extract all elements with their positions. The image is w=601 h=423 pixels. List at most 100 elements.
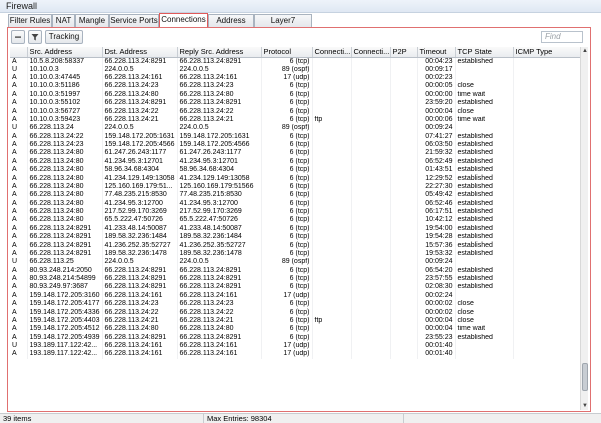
- table-row[interactable]: A 66.228.113.24:8291 189.58.32.236:1484 189…: [10, 233, 582, 242]
- col-icmp-type[interactable]: ICMP Type: [513, 47, 582, 58]
- row-p2p: [390, 266, 418, 275]
- table-row[interactable]: A 159.148.172.205:4512 66.228.113.24:80 66.…: [10, 325, 582, 334]
- col-connection-type[interactable]: Connecti...: [312, 47, 352, 58]
- row-connection-type: [312, 333, 352, 342]
- row-src-address: 66.228.113.24:80: [27, 207, 103, 217]
- row-connection-type: [312, 82, 352, 91]
- table-row[interactable]: A 10.10.0.3:51186 66.228.113.24:23 66.228.1…: [10, 82, 582, 91]
- tracking-button[interactable]: Tracking: [45, 30, 83, 44]
- table-row[interactable]: A 10.10.0.3:56727 66.228.113.24:22 66.228.1…: [10, 107, 582, 116]
- table-row[interactable]: A 66.228.113.24:8291 41.236.252.35:52727 41…: [10, 241, 582, 250]
- table-row[interactable]: A 66.228.113.24:23 159.148.172.205:4566 159…: [10, 140, 582, 150]
- table-row[interactable]: A 66.228.113.24:80 77.48.235.215:8530 77.48…: [10, 191, 582, 200]
- row-p2p: [390, 300, 418, 309]
- minus-button[interactable]: [11, 30, 25, 44]
- table-row[interactable]: A 159.148.172.205:4939 66.228.113.24:8291 6…: [10, 333, 582, 342]
- table-row[interactable]: A 10.10.0.3:59423 66.228.113.24:21 66.228.1…: [10, 115, 582, 125]
- col-dst-address[interactable]: Dst. Address: [102, 47, 178, 58]
- col-timeout[interactable]: Timeout: [417, 47, 456, 58]
- table-row[interactable]: A 66.228.113.24:22 159.148.172.205:1631 159…: [10, 132, 582, 141]
- row-src-address: 159.148.172.205:4177: [27, 300, 103, 309]
- row-protocol: 6 (tcp): [261, 199, 313, 208]
- table-row[interactable]: A 66.228.113.24:80 41.234.95.3:12701 41.234…: [10, 157, 582, 166]
- table-row[interactable]: A 66.228.113.24:80 58.96.34.68:4304 58.96.3…: [10, 166, 582, 175]
- table-row[interactable]: A 10.10.0.3:55102 66.228.113.24:8291 66.228…: [10, 99, 582, 108]
- row-protocol: 6 (tcp): [261, 308, 313, 317]
- row-reply-src-address: 41.236.252.35:52727: [177, 241, 262, 250]
- find-input[interactable]: Find: [541, 31, 583, 43]
- table-row[interactable]: U 193.189.117.122:42... 66.228.113.24:161 6…: [10, 341, 582, 351]
- row-timeout: 12:29:52: [417, 174, 456, 183]
- row-flag: A: [10, 132, 28, 141]
- vertical-scrollbar[interactable]: ▲ ▼: [580, 47, 588, 410]
- col-flags[interactable]: [10, 47, 28, 58]
- row-icmp-type: [513, 57, 582, 66]
- tab-filter-rules[interactable]: Filter Rules: [8, 14, 52, 28]
- table-row[interactable]: A 10.5.8.208:58337 66.228.113.24:8291 66.22…: [10, 57, 582, 66]
- scrollbar-thumb[interactable]: [582, 363, 588, 391]
- table-row[interactable]: A 66.228.113.24:8291 41.233.48.14:50087 41.…: [10, 224, 582, 233]
- table-row[interactable]: A 80.93.248.214:54899 66.228.113.24:8291 66…: [10, 274, 582, 284]
- row-connection-type: [312, 224, 352, 233]
- table-row[interactable]: A 193.189.117.122:42... 66.228.113.24:161 6…: [10, 350, 582, 359]
- scroll-down-icon[interactable]: ▼: [581, 402, 589, 410]
- table-row[interactable]: A 80.93.248.214:2050 66.228.113.24:8291 66.…: [10, 266, 582, 275]
- table-row[interactable]: U 66.228.113.24 224.0.0.5 224.0.0.5 89 (ospf…: [10, 124, 582, 133]
- row-tcp-state: established: [455, 274, 514, 284]
- tab-service-ports[interactable]: Service Ports: [109, 14, 159, 28]
- scroll-up-icon[interactable]: ▲: [581, 47, 589, 55]
- table-row[interactable]: A 66.228.113.24:80 41.234.95.3:12700 41.234…: [10, 199, 582, 208]
- tab-address-lists[interactable]: Address Lists: [208, 14, 254, 37]
- table-row[interactable]: A 159.148.172.205:3160 66.228.113.24:161 66…: [10, 291, 582, 300]
- table-row[interactable]: U 66.228.113.25 224.0.0.5 224.0.0.5 89 (ospf…: [10, 258, 582, 267]
- col-protocol[interactable]: Protocol: [261, 47, 313, 58]
- table-row[interactable]: A 80.93.249.97:3687 66.228.113.24:8291 66.2…: [10, 283, 582, 292]
- row-dst-address: 189.58.32.236:1478: [102, 249, 178, 259]
- table-row[interactable]: A 159.148.172.205:4177 66.228.113.24:23 66.…: [10, 300, 582, 309]
- table-row[interactable]: A 66.228.113.24:80 61.247.26.243:1177 61.24…: [10, 149, 582, 158]
- row-connection-mark: [351, 157, 391, 166]
- row-flag: A: [10, 233, 28, 242]
- row-p2p: [390, 233, 418, 242]
- table-row[interactable]: A 66.228.113.24:80 217.52.99.170:3269 217.5…: [10, 207, 582, 217]
- table-row[interactable]: A 66.228.113.24:80 65.5.222.47:50726 65.5.2…: [10, 216, 582, 225]
- col-p2p[interactable]: P2P: [390, 47, 418, 58]
- row-tcp-state: established: [455, 99, 514, 108]
- table-row[interactable]: A 66.228.113.24:80 125.160.169.179:51... 12…: [10, 182, 582, 192]
- row-tcp-state: established: [455, 57, 514, 66]
- row-icmp-type: [513, 107, 582, 116]
- row-src-address: 66.228.113.24:80: [27, 216, 103, 225]
- col-tcp-state[interactable]: TCP State: [455, 47, 514, 58]
- row-timeout: 00:09:24: [417, 124, 456, 133]
- table-row[interactable]: A 159.148.172.205:4403 66.228.113.24:21 66.…: [10, 316, 582, 326]
- row-reply-src-address: 66.228.113.24:21: [177, 316, 262, 326]
- row-protocol: 6 (tcp): [261, 216, 313, 225]
- table-row[interactable]: A 159.148.172.205:4336 66.228.113.24:22 66.…: [10, 308, 582, 317]
- table-row[interactable]: A 66.228.113.24:80 41.234.129.149:13058 41.…: [10, 174, 582, 183]
- row-src-address: 159.148.172.205:4403: [27, 316, 103, 326]
- table-row[interactable]: A 10.10.0.3:47445 66.228.113.24:161 66.228.…: [10, 73, 582, 83]
- row-p2p: [390, 341, 418, 351]
- tab-connections[interactable]: Connections: [159, 13, 208, 28]
- row-connection-mark: [351, 166, 391, 175]
- tab-mangle[interactable]: Mangle: [75, 14, 109, 28]
- table-row[interactable]: U 10.10.0.3 224.0.0.5 224.0.0.5 89 (ospf) 00:…: [10, 65, 582, 74]
- row-connection-mark: [351, 350, 391, 359]
- row-icmp-type: [513, 283, 582, 292]
- tab-layer7-protocols[interactable]: Layer7 Protocols: [254, 14, 312, 37]
- col-src-address[interactable]: Src. Address: [27, 47, 103, 58]
- tab-nat[interactable]: NAT: [52, 14, 75, 28]
- row-protocol: 6 (tcp): [261, 249, 313, 259]
- row-p2p: [390, 199, 418, 208]
- table-row[interactable]: A 66.228.113.24:8291 189.58.32.236:1478 189…: [10, 249, 582, 259]
- filter-button[interactable]: [28, 30, 42, 44]
- col-reply-src-address[interactable]: Reply Src. Address: [177, 47, 262, 58]
- table-row[interactable]: A 10.10.0.3:51997 66.228.113.24:80 66.228.1…: [10, 90, 582, 99]
- col-connection-mark[interactable]: Connecti...: [351, 47, 391, 58]
- row-icmp-type: [513, 325, 582, 334]
- row-icmp-type: [513, 124, 582, 133]
- row-reply-src-address: 66.228.113.24:8291: [177, 333, 262, 342]
- row-tcp-state: established: [455, 166, 514, 175]
- row-timeout: 06:52:46: [417, 199, 456, 208]
- row-src-address: 66.228.113.24:8291: [27, 249, 103, 259]
